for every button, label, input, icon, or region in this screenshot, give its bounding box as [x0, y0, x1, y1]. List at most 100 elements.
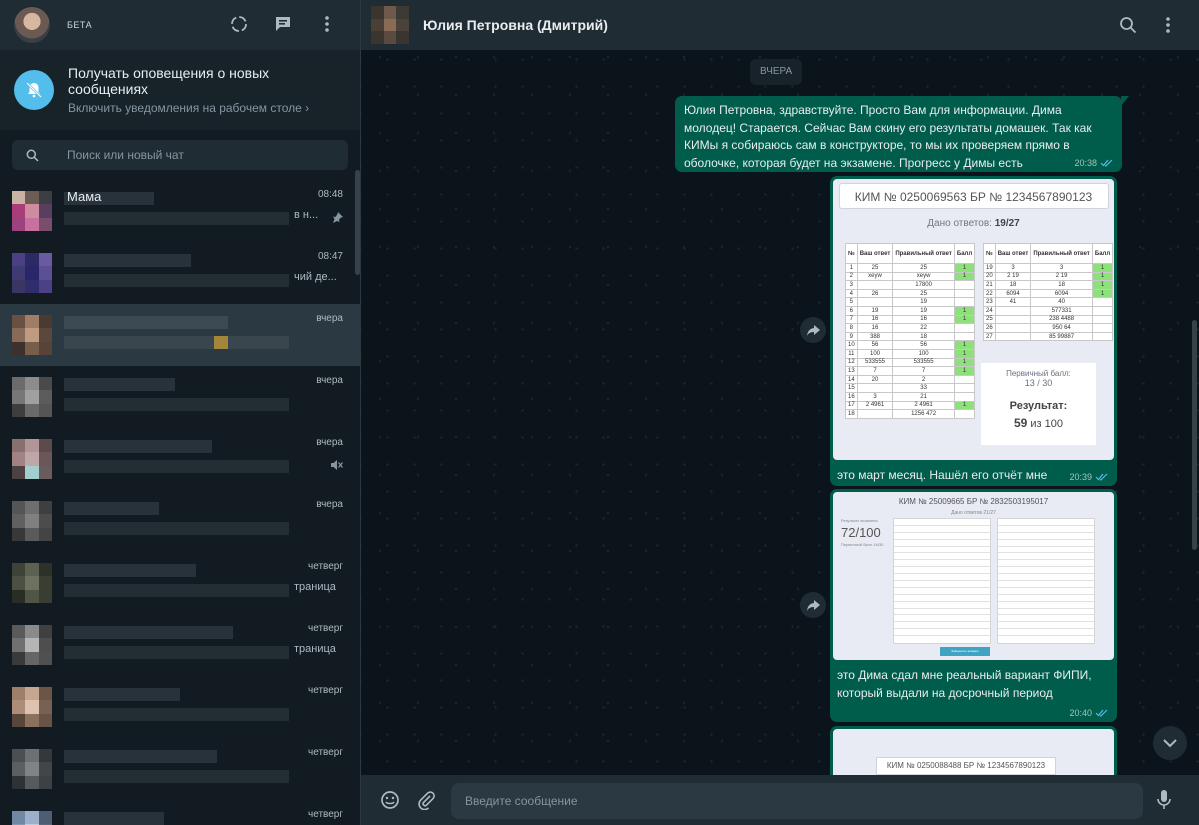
notification-banner[interactable]: Получать оповещения о новых сообщениях В… [0, 50, 360, 130]
attach-icon[interactable] [415, 789, 437, 811]
chat-list-item[interactable]: четверг [0, 676, 360, 738]
table-cell: 20 [856, 374, 894, 385]
chat-list-item[interactable]: четверг [0, 738, 360, 800]
chat-preview-blurred [64, 810, 289, 825]
table-cell: 4 [845, 288, 858, 299]
status-icon[interactable] [228, 13, 250, 35]
new-chat-icon[interactable] [272, 13, 294, 35]
table-row [998, 622, 1094, 630]
search-input[interactable]: Поиск или новый чат [12, 140, 348, 170]
chat-preview-blurred [64, 376, 289, 418]
kim-report-image[interactable]: КИМ № 25009665 БР № 2832503195017 Дано о… [833, 492, 1114, 660]
table-cell: 27 [983, 331, 996, 342]
message-time: 20:38 [1074, 158, 1097, 168]
menu-icon[interactable] [316, 13, 338, 35]
table-cell: 1 [953, 305, 976, 316]
chat-list-item[interactable]: четверг траница [0, 552, 360, 614]
table-cell: xeyw [892, 271, 955, 282]
chat-time: вчера [316, 375, 343, 386]
table-cell [1091, 305, 1114, 316]
table-cell: 10 [845, 340, 858, 350]
table-cell: 3 [856, 391, 894, 402]
chat-list-item[interactable]: вчера [0, 490, 360, 552]
kim-report-image[interactable]: КИМ № 0250069563 БР № 1234567890123 Дано… [833, 179, 1114, 460]
chat-list-item[interactable]: вчера [0, 366, 360, 428]
table-cell [953, 288, 976, 299]
table-row [894, 615, 990, 623]
notification-link[interactable]: Включить уведомления на рабочем столе › [68, 101, 346, 115]
table-cell: 16 [856, 323, 894, 333]
table-row [894, 526, 990, 533]
chat-list-item[interactable]: четверг [0, 800, 360, 825]
sidebar-scrollbar[interactable] [355, 170, 360, 275]
table-row [894, 540, 990, 547]
table-cell: 100 [856, 348, 894, 359]
table-cell: 13 [845, 366, 858, 376]
search-icon[interactable] [1117, 14, 1139, 36]
table-row [894, 547, 990, 554]
result-box: Первичный балл: 13 / 30 Результат: 59 из… [981, 363, 1096, 445]
table-row [998, 567, 1094, 575]
table-cell: 17800 [892, 280, 955, 290]
chat-preview-blurred [64, 500, 289, 542]
primary-score-label: Первичный балл: [1006, 369, 1071, 378]
conversation-scrollbar[interactable] [1192, 320, 1197, 550]
table-cell: 19 [856, 305, 894, 316]
table-cell: 19 [983, 263, 996, 273]
table-header: № [845, 243, 858, 264]
forward-icon[interactable] [800, 317, 826, 343]
table-cell: 20 [983, 271, 996, 282]
table-cell [994, 323, 1032, 333]
table-cell: 577331 [1030, 305, 1093, 316]
chat-time: вчера [316, 437, 343, 448]
table-row [998, 540, 1094, 547]
table-row [998, 547, 1094, 554]
chat-list-item[interactable]: 08:47 чий де... [0, 242, 360, 304]
table-cell: 19 [892, 297, 955, 307]
contact-avatar[interactable] [371, 6, 409, 44]
table-row: 14 20 2 [845, 374, 976, 385]
chat-list-item[interactable]: четверг траница [0, 614, 360, 676]
chat-list-item[interactable]: вчера [0, 428, 360, 490]
scroll-down-button[interactable] [1153, 726, 1187, 760]
table-cell: 950 64 [1030, 323, 1093, 333]
table-row: 8 16 22 [845, 323, 976, 333]
table-row [998, 574, 1094, 582]
answers-count: Дано ответов 21/27 [951, 510, 996, 516]
message-input[interactable]: Введите сообщение [451, 783, 1143, 819]
chat-list: Мама 08:48 в н... 08:47 чий де... вчера вчера в… [0, 180, 360, 825]
table-row: 23 41 40 [983, 297, 1114, 307]
table-row [998, 553, 1094, 561]
table-row [998, 609, 1094, 616]
microphone-icon[interactable] [1153, 789, 1175, 811]
table-cell: 2 [845, 271, 858, 282]
double-check-icon [1095, 709, 1108, 717]
emoji-icon[interactable] [379, 789, 401, 811]
table-row [998, 519, 1094, 526]
avatar [12, 253, 52, 293]
table-cell: 85 99887 [1030, 331, 1093, 342]
table-header: Ваш ответ [856, 243, 894, 264]
table-cell: 22 [892, 323, 955, 333]
exam-score: Результат экзамена 72/100 Первичный балл… [841, 518, 884, 547]
finish-exam-button: Завершить экзамен [940, 647, 990, 656]
answers-table-right [997, 518, 1095, 644]
chat-list-item[interactable]: Мама 08:48 в н... [0, 180, 360, 242]
image-message[interactable]: КИМ № 25009665 БР № 2832503195017 Дано о… [830, 489, 1117, 722]
table-cell [856, 297, 894, 307]
conversation-header[interactable]: Юлия Петровна (Дмитрий) [361, 0, 1199, 50]
chat-list-item[interactable]: вчера [0, 304, 360, 366]
table-cell: 3 [1030, 263, 1093, 273]
chat-time: четверг [308, 809, 343, 820]
table-cell: 2 [892, 374, 955, 385]
table-cell: 1 [953, 340, 976, 350]
message-outgoing[interactable]: Юлия Петровна, здравствуйте. Просто Вам … [675, 96, 1129, 172]
table-row: 13 7 7 1 [845, 366, 976, 376]
image-message[interactable]: КИМ № 0250069563 БР № 1234567890123 Дано… [830, 176, 1117, 486]
table-cell [856, 383, 894, 393]
table-cell: 6094 [1030, 288, 1093, 299]
menu-icon[interactable] [1157, 14, 1179, 36]
whatsapp-web-app: БЕТА Получать оповещения о новых сообщен… [0, 0, 1199, 825]
profile-avatar[interactable] [14, 7, 50, 43]
forward-icon[interactable] [800, 592, 826, 618]
